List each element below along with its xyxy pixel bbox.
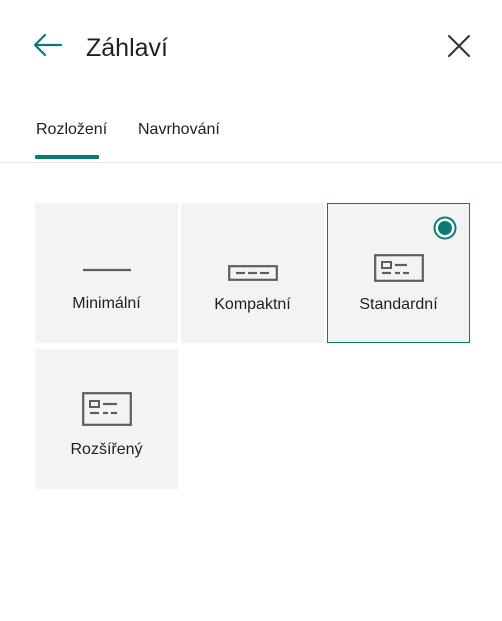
tab-bar: Rozložení Navrhování (0, 112, 502, 163)
active-tab-indicator (35, 155, 99, 159)
close-icon (448, 35, 470, 57)
layout-option-label: Kompaktní (214, 296, 291, 313)
layout-option-minimal[interactable]: Minimální (35, 203, 178, 343)
back-button[interactable] (30, 30, 64, 60)
layout-option-standard[interactable]: Standardní (327, 203, 470, 343)
tab-design[interactable]: Navrhování (138, 120, 220, 140)
layout-option-label: Standardní (359, 296, 438, 313)
panel-title: Záhlaví (86, 34, 168, 62)
extended-layout-icon (82, 392, 132, 426)
layout-option-label: Minimální (72, 295, 141, 312)
standard-layout-icon (374, 254, 424, 282)
layout-option-extended[interactable]: Rozšířený (35, 349, 178, 489)
minimal-layout-icon (83, 268, 131, 272)
compact-layout-icon (228, 265, 278, 281)
tab-layout[interactable]: Rozložení (36, 120, 107, 140)
close-button[interactable] (446, 33, 472, 59)
arrow-left-icon (33, 33, 63, 57)
panel-header: Záhlaví (0, 0, 502, 100)
layout-option-label: Rozšířený (70, 441, 143, 458)
selected-radio-icon (433, 216, 457, 240)
layout-option-compact[interactable]: Kompaktní (181, 203, 324, 343)
